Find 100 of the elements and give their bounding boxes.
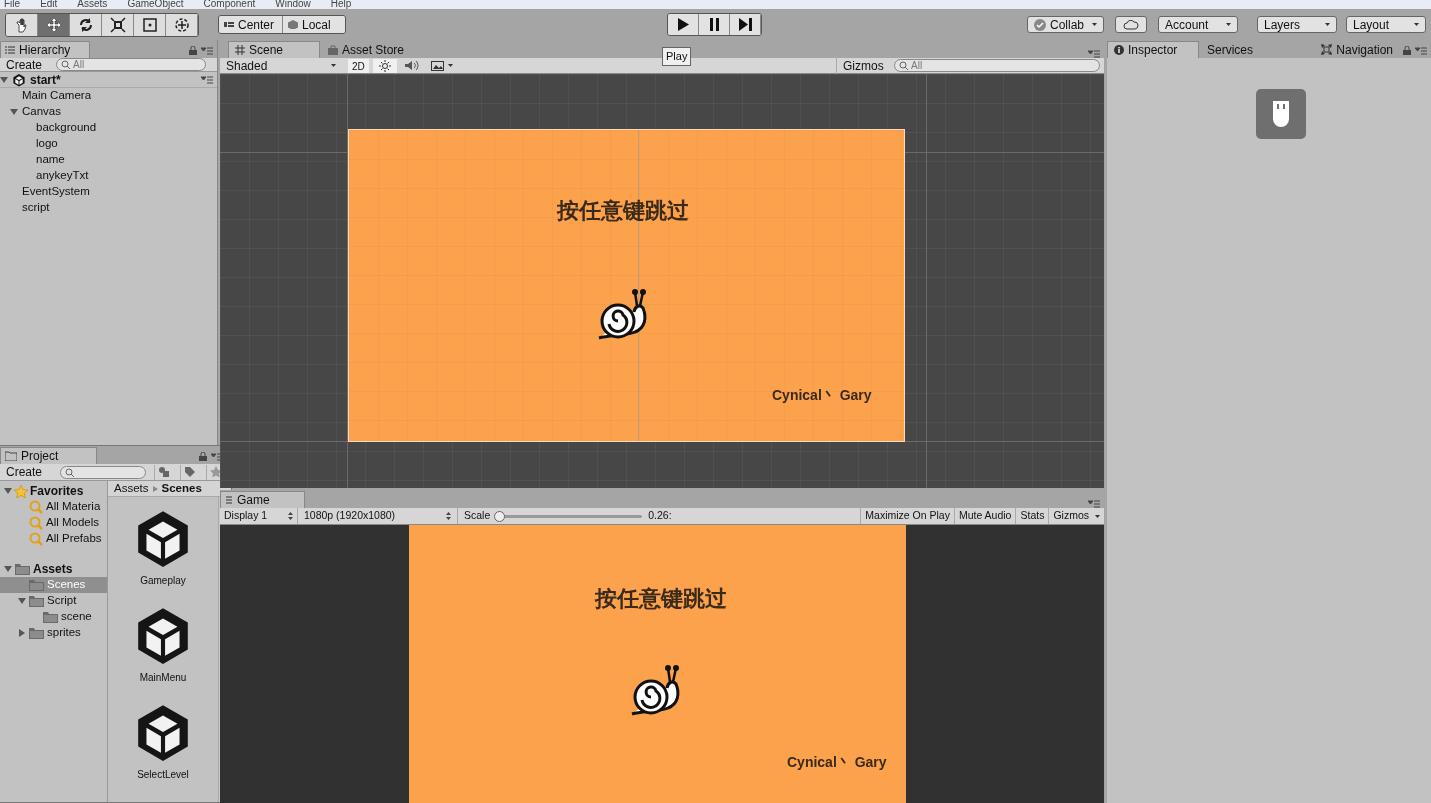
gizmos-dropdown[interactable]: Gizmos [1048, 508, 1104, 524]
image-icon [430, 60, 444, 71]
search-field[interactable] [60, 465, 146, 479]
folder-row[interactable]: sprites [0, 625, 107, 641]
caret-icon [1092, 23, 1097, 26]
hierarchy-item[interactable]: name [36, 151, 65, 169]
favorites-label[interactable]: Favorites [30, 482, 84, 500]
game-tab[interactable]: Game [220, 491, 305, 508]
folder-row[interactable]: Assets [0, 561, 107, 577]
search-field[interactable]: All [894, 59, 1100, 72]
hierarchy-item[interactable]: Main Camera [22, 87, 92, 105]
caret-icon [1414, 23, 1419, 26]
account-dropdown[interactable]: Account [1158, 16, 1238, 33]
scene-file-name[interactable]: Gameplay [140, 573, 186, 588]
hand-icon [13, 16, 30, 33]
mode-2d-toggle[interactable]: 2D [348, 58, 369, 73]
folder-icon [29, 579, 44, 591]
caret-icon [1325, 23, 1330, 26]
caret-icon [447, 64, 453, 67]
shapes-icon [157, 466, 170, 478]
cloud-button[interactable] [1115, 16, 1147, 33]
folder-row[interactable]: scene [0, 609, 107, 625]
collab-dropdown[interactable]: Collab [1027, 16, 1104, 33]
hierarchy-item[interactable]: anykeyTxt [36, 167, 89, 185]
breadcrumb-arrow-icon [152, 485, 158, 492]
menu-item[interactable]: Edit [40, 0, 58, 9]
cloud-icon [1123, 19, 1139, 30]
favorite-item[interactable]: All Prefabs [46, 530, 102, 548]
hierarchy-item[interactable]: script [22, 199, 50, 217]
favorite-item[interactable]: All Materia [46, 498, 101, 516]
panel-menu-icon [201, 75, 213, 84]
menu-item[interactable]: Help [330, 0, 352, 9]
pivot-button[interactable]: Center [219, 16, 283, 33]
create-dropdown[interactable]: Create [0, 56, 52, 73]
lighting-toggle[interactable] [372, 58, 397, 73]
project-tab[interactable]: Project [0, 447, 97, 464]
search-input[interactable]: All [911, 58, 1095, 73]
toolbar-toggle[interactable]: Stats [1015, 508, 1049, 524]
play-button[interactable] [668, 14, 699, 35]
favorite-item[interactable]: All Models [46, 514, 100, 532]
folder-row[interactable]: Script [0, 593, 107, 609]
tool-button[interactable] [6, 13, 38, 36]
credit-text: Cynical丶 Gary [787, 753, 887, 772]
search-icon [61, 60, 71, 69]
credit-text: Cynical丶 Gary [772, 386, 872, 405]
panel-tab[interactable]: Services [1201, 41, 1296, 58]
lock-icon [189, 46, 197, 55]
info-icon [1114, 45, 1124, 55]
menu-item[interactable]: Assets [77, 0, 108, 9]
tool-button[interactable] [166, 13, 198, 36]
folder-icon [29, 595, 44, 607]
search-icon [29, 516, 43, 530]
toolbar-toggle[interactable]: Mute Audio [953, 508, 1016, 524]
menu-item[interactable]: GameObject [127, 0, 184, 9]
pause-button[interactable] [699, 14, 730, 35]
hierarchy-tab[interactable]: Hierarchy [0, 41, 90, 58]
menu-item[interactable]: File [4, 0, 21, 9]
navigation-tab[interactable]: Navigation [1321, 41, 1393, 58]
filter-type-button[interactable] [154, 464, 172, 480]
caret-icon [331, 64, 336, 67]
hierarchy-item[interactable]: logo [36, 135, 58, 153]
display-dropdown[interactable]: Display 1 [220, 508, 298, 524]
menu-item[interactable]: Component [203, 0, 256, 9]
tool-button[interactable] [102, 13, 134, 36]
tool-button[interactable] [70, 13, 102, 36]
hierarchy-item[interactable]: Canvas [22, 103, 61, 121]
menu-item[interactable]: Window [275, 0, 311, 9]
resolution-dropdown[interactable]: 1080p (1920x1080) [298, 508, 458, 524]
title-text: 按任意键跳过 [595, 585, 727, 613]
layers-dropdown[interactable]: Layers [1257, 16, 1337, 33]
scene-file-name[interactable]: SelectLevel [137, 767, 189, 782]
shading-dropdown[interactable]: Shaded [220, 57, 342, 74]
tool-button[interactable] [134, 13, 166, 36]
toolbar-toggle[interactable]: Maximize On Play [860, 508, 954, 524]
search-field[interactable]: All [56, 58, 206, 71]
folder-icon [29, 627, 44, 639]
search-input[interactable]: All [73, 57, 201, 72]
panel-tab[interactable]: Scene [228, 41, 320, 58]
breadcrumb-item[interactable]: Assets [114, 479, 149, 498]
scale-slider[interactable] [496, 510, 643, 522]
tool-button[interactable] [38, 13, 70, 36]
panel-tab[interactable]: Inspector [1107, 41, 1199, 58]
hierarchy-item[interactable]: EventSystem [22, 183, 90, 201]
filter-label-button[interactable] [180, 464, 198, 480]
caret-icon [1226, 23, 1231, 26]
breadcrumb-item[interactable]: Scenes [161, 479, 202, 498]
hierarchy-item[interactable]: background [36, 119, 97, 137]
pivot-center-icon [224, 20, 234, 29]
tooltip: Play [662, 47, 692, 66]
layout-dropdown[interactable]: Layout [1346, 16, 1426, 33]
scene-file-name[interactable]: MainMenu [139, 670, 187, 685]
panel-tab[interactable]: Asset Store [322, 41, 417, 58]
game-view-icon [225, 495, 233, 505]
slider-thumb[interactable] [494, 510, 506, 522]
pivot-button[interactable]: Local [283, 16, 345, 33]
bag-icon [328, 44, 338, 55]
up-down-icon [288, 512, 293, 520]
step-button[interactable] [730, 14, 761, 35]
scene-name[interactable]: start* [30, 70, 197, 89]
transform-icon [173, 16, 190, 33]
